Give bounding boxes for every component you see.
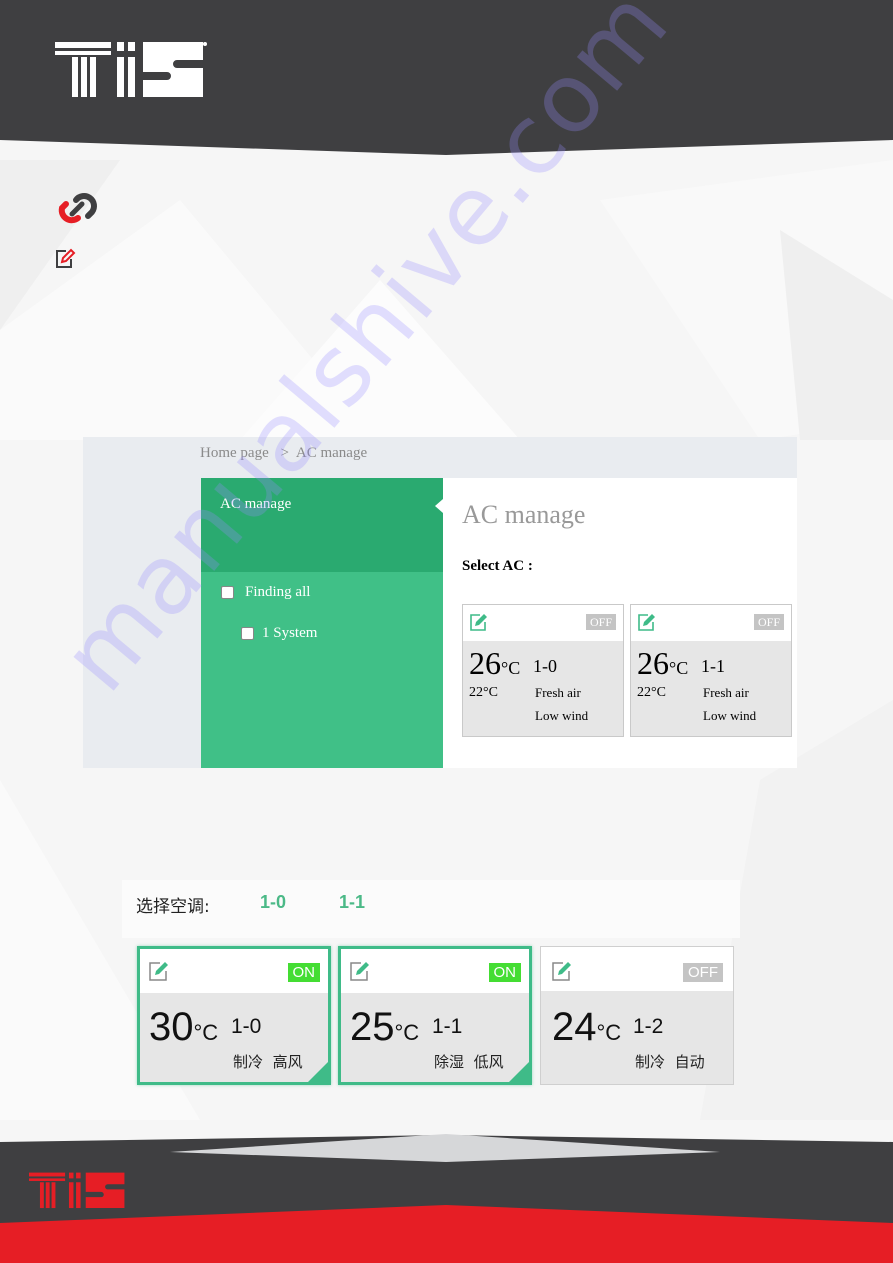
page-footer: [0, 1134, 893, 1263]
active-indicator-arrow: [435, 499, 443, 513]
ac-mode-and-fan: 除湿 低风: [434, 1053, 504, 1071]
set-temperature: 30°C: [149, 1005, 219, 1049]
tab-ac-1-1[interactable]: 1-1: [339, 892, 365, 913]
set-temperature: 26°C: [469, 645, 521, 681]
set-temperature: 24°C: [552, 1005, 622, 1049]
set-temperature: 25°C: [350, 1005, 420, 1049]
status-badge[interactable]: OFF: [683, 963, 723, 982]
ac-id: 1-0: [533, 656, 557, 676]
status-badge[interactable]: OFF: [753, 614, 784, 630]
room-temperature: 22°C: [469, 685, 498, 700]
ac-id: 1-1: [701, 656, 725, 676]
select-ac-label: 选择空调:: [136, 897, 210, 917]
ac-id: 1-0: [231, 1015, 262, 1038]
edit-icon[interactable]: [637, 612, 657, 632]
edit-icon[interactable]: [469, 612, 489, 632]
card-header: OFF: [541, 947, 733, 991]
card-header: ON: [140, 949, 328, 993]
sidebar-item-label: Finding all: [245, 584, 311, 600]
tis-logo: [55, 42, 207, 97]
sidebar-item-system[interactable]: 1 System: [241, 625, 317, 642]
system-checkbox[interactable]: [241, 627, 254, 640]
tis-logo-footer: [29, 1172, 125, 1209]
card-header: OFF: [463, 605, 623, 641]
ac-id: 1-2: [633, 1015, 664, 1038]
status-badge[interactable]: ON: [488, 963, 521, 982]
breadcrumb: Home page > AC manage: [200, 445, 367, 462]
ac-select-bar: 选择空调: 1-0 1-1: [122, 880, 740, 938]
card-header: OFF: [631, 605, 791, 641]
ac-mode-and-fan: 制冷 自动: [635, 1053, 705, 1071]
sidebar-item-label: 1 System: [262, 625, 318, 641]
sidebar-header: AC manage: [201, 478, 443, 572]
link-icon: [58, 193, 97, 224]
sidebar-title[interactable]: AC manage: [220, 496, 291, 513]
ac-mode: Fresh air: [535, 685, 581, 700]
status-badge[interactable]: ON: [287, 963, 320, 982]
ac-mode-and-fan: 制冷 高风: [233, 1053, 303, 1071]
ac-id: 1-1: [432, 1015, 463, 1038]
ac-card[interactable]: OFF 26°C 1-1 22°C Fresh air Low wind: [630, 604, 792, 737]
edit-icon[interactable]: [349, 960, 371, 982]
ac-card[interactable]: ON 25°C 1-1 除湿 低风: [338, 946, 532, 1085]
sidebar: AC manage Finding all 1 System: [201, 478, 443, 768]
edit-icon[interactable]: [551, 960, 573, 982]
ac-manage-screen: Home page > AC manage AC manage Finding …: [83, 437, 797, 768]
fan-speed: Low wind: [703, 708, 757, 723]
ac-card[interactable]: ON 30°C 1-0 制冷 高风: [137, 946, 331, 1085]
ac-mode: Fresh air: [703, 685, 749, 700]
select-ac-label: Select AC :: [462, 558, 533, 574]
status-badge[interactable]: OFF: [585, 614, 616, 630]
edit-icon: [56, 248, 76, 268]
breadcrumb-current: AC manage: [295, 445, 368, 461]
tab-ac-1-0[interactable]: 1-0: [260, 892, 286, 913]
set-temperature: 26°C: [637, 645, 689, 681]
edit-icon[interactable]: [148, 960, 170, 982]
main-panel: AC manage Select AC : OFF 26°C 1-0 22°C …: [443, 478, 797, 768]
sidebar-item-finding-all[interactable]: Finding all: [221, 584, 310, 601]
card-header: ON: [341, 949, 529, 993]
fan-speed: Low wind: [535, 708, 589, 723]
breadcrumb-separator: >: [280, 445, 289, 461]
breadcrumb-home[interactable]: Home page: [200, 445, 269, 461]
page-title: AC manage: [462, 500, 586, 529]
selected-corner-marker: [308, 1062, 328, 1082]
ac-card[interactable]: OFF 24°C 1-2 制冷 自动: [540, 946, 734, 1085]
selected-corner-marker: [509, 1062, 529, 1082]
room-temperature: 22°C: [637, 685, 666, 700]
ac-card[interactable]: OFF 26°C 1-0 22°C Fresh air Low wind: [462, 604, 624, 737]
finding-all-checkbox[interactable]: [221, 586, 234, 599]
